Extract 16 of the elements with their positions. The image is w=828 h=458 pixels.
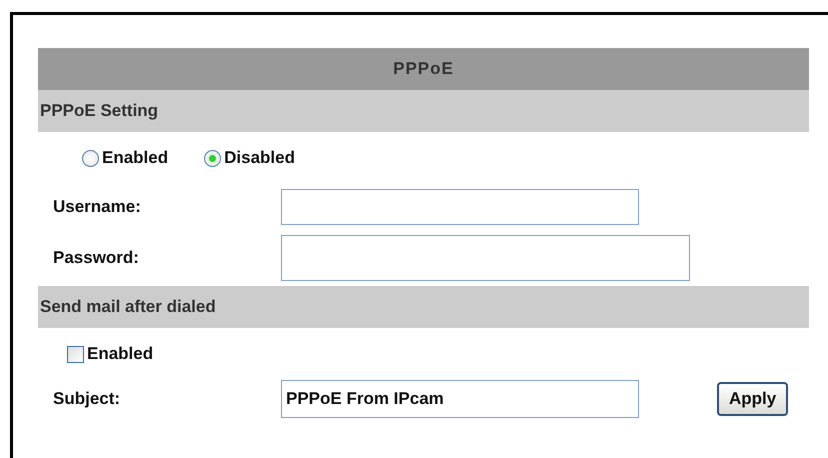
radio-option[interactable]: Disabled bbox=[204, 148, 295, 168]
radio-option[interactable]: Enabled bbox=[82, 148, 168, 168]
radio-icon[interactable] bbox=[204, 150, 222, 166]
panel-title: PPPoE bbox=[38, 48, 809, 90]
section-heading: PPPoE Setting bbox=[38, 90, 809, 132]
checkbox-icon[interactable] bbox=[67, 346, 84, 362]
section-heading: Send mail after dialed bbox=[38, 286, 809, 328]
radio-icon[interactable] bbox=[82, 150, 99, 166]
field-label: Subject: bbox=[52, 389, 122, 409]
apply-button[interactable]: Apply bbox=[717, 382, 788, 416]
subject-field[interactable]: PPPoE From IPcam bbox=[281, 380, 639, 418]
checkbox-option[interactable]: Enabled bbox=[67, 344, 154, 364]
field-label: Username: bbox=[52, 197, 142, 217]
username-field[interactable] bbox=[281, 189, 639, 225]
field-label: Password: bbox=[52, 248, 140, 268]
password-field[interactable] bbox=[281, 235, 690, 281]
